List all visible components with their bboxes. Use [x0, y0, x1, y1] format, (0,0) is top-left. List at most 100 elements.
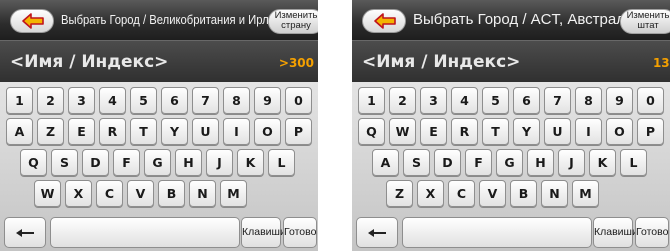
search-input[interactable]: <Имя / Индекс> 133: [352, 40, 670, 82]
key[interactable]: 1: [358, 87, 385, 114]
key[interactable]: 6: [513, 87, 540, 114]
key[interactable]: 0: [285, 87, 312, 114]
change-button-line2: страну: [281, 20, 311, 31]
back-arrow-icon: [374, 13, 396, 29]
key[interactable]: O: [606, 118, 633, 145]
backspace-key[interactable]: [4, 217, 46, 248]
key[interactable]: D: [434, 149, 461, 176]
back-arrow-icon: [22, 13, 44, 29]
key[interactable]: 2: [37, 87, 64, 114]
key[interactable]: T: [130, 118, 157, 145]
key[interactable]: 5: [482, 87, 509, 114]
key[interactable]: 9: [254, 87, 281, 114]
key[interactable]: O: [254, 118, 281, 145]
key[interactable]: 3: [420, 87, 447, 114]
key[interactable]: M: [220, 180, 247, 207]
key[interactable]: T: [482, 118, 509, 145]
search-input[interactable]: <Имя / Индекс> >300: [0, 40, 318, 82]
key[interactable]: 7: [192, 87, 219, 114]
key[interactable]: X: [417, 180, 444, 207]
key[interactable]: P: [285, 118, 312, 145]
key[interactable]: N: [189, 180, 216, 207]
city-selection-screen-right: Выбрать Город / ACT, Австралия Изменить …: [352, 0, 670, 251]
back-button[interactable]: [362, 9, 406, 33]
keyboard-layout-key[interactable]: Клавиши: [593, 217, 638, 248]
key[interactable]: A: [6, 118, 33, 145]
done-key[interactable]: Готово: [283, 217, 317, 248]
key[interactable]: G: [144, 149, 171, 176]
keyboard-layout-key[interactable]: Клавиши: [241, 217, 286, 248]
key[interactable]: A: [372, 149, 399, 176]
backspace-key[interactable]: [356, 217, 398, 248]
key[interactable]: N: [541, 180, 568, 207]
back-button[interactable]: [10, 9, 54, 33]
key[interactable]: E: [420, 118, 447, 145]
key[interactable]: J: [558, 149, 585, 176]
key[interactable]: M: [572, 180, 599, 207]
key[interactable]: Y: [513, 118, 540, 145]
key[interactable]: 7: [544, 87, 571, 114]
key[interactable]: 4: [99, 87, 126, 114]
key[interactable]: 0: [637, 87, 664, 114]
key[interactable]: Y: [161, 118, 188, 145]
key[interactable]: 6: [161, 87, 188, 114]
key[interactable]: 9: [606, 87, 633, 114]
key[interactable]: V: [127, 180, 154, 207]
key[interactable]: C: [96, 180, 123, 207]
space-key[interactable]: [50, 217, 240, 248]
key[interactable]: L: [268, 149, 295, 176]
change-state-button[interactable]: Изменить штат: [620, 9, 670, 34]
key[interactable]: 1: [6, 87, 33, 114]
key[interactable]: R: [451, 118, 478, 145]
change-button-line2: штат: [637, 20, 659, 31]
key[interactable]: 3: [68, 87, 95, 114]
key[interactable]: C: [448, 180, 475, 207]
key[interactable]: L: [620, 149, 647, 176]
key[interactable]: U: [192, 118, 219, 145]
key[interactable]: 8: [575, 87, 602, 114]
page-title: Выбрать Город / ACT, Австралия: [413, 11, 642, 28]
key[interactable]: S: [51, 149, 78, 176]
on-screen-keyboard: 1 2 3 4 5 6 7 8 9 0 A Z E R T Y U I O P …: [0, 82, 318, 251]
key[interactable]: P: [637, 118, 664, 145]
key[interactable]: 2: [389, 87, 416, 114]
key[interactable]: Z: [386, 180, 413, 207]
key[interactable]: X: [65, 180, 92, 207]
key[interactable]: D: [82, 149, 109, 176]
backspace-arrow-icon: [16, 229, 34, 237]
key[interactable]: F: [465, 149, 492, 176]
key[interactable]: G: [496, 149, 523, 176]
page-title: Выбрать Город / Великобритания и Ирланди: [61, 13, 295, 27]
key[interactable]: Z: [37, 118, 64, 145]
key[interactable]: E: [68, 118, 95, 145]
search-placeholder: <Имя / Индекс>: [10, 52, 169, 72]
key[interactable]: 5: [130, 87, 157, 114]
space-key[interactable]: [402, 217, 592, 248]
key[interactable]: F: [113, 149, 140, 176]
key[interactable]: J: [206, 149, 233, 176]
key[interactable]: I: [575, 118, 602, 145]
key[interactable]: 8: [223, 87, 250, 114]
key[interactable]: H: [175, 149, 202, 176]
key[interactable]: B: [158, 180, 185, 207]
key[interactable]: 4: [451, 87, 478, 114]
done-key[interactable]: Готово: [635, 217, 669, 248]
key[interactable]: W: [34, 180, 61, 207]
key[interactable]: B: [510, 180, 537, 207]
key[interactable]: K: [237, 149, 264, 176]
header-bar: Выбрать Город / Великобритания и Ирланди…: [0, 0, 318, 40]
key[interactable]: U: [544, 118, 571, 145]
key[interactable]: R: [99, 118, 126, 145]
backspace-arrow-icon: [368, 229, 386, 237]
key[interactable]: S: [403, 149, 430, 176]
key[interactable]: H: [527, 149, 554, 176]
change-country-button[interactable]: Изменить страну: [268, 9, 318, 34]
key[interactable]: V: [479, 180, 506, 207]
key[interactable]: Q: [20, 149, 47, 176]
city-selection-screen-left: Выбрать Город / Великобритания и Ирланди…: [0, 0, 318, 251]
result-count: >300: [278, 56, 314, 70]
key[interactable]: K: [589, 149, 616, 176]
key[interactable]: I: [223, 118, 250, 145]
key[interactable]: W: [389, 118, 416, 145]
key[interactable]: Q: [358, 118, 385, 145]
